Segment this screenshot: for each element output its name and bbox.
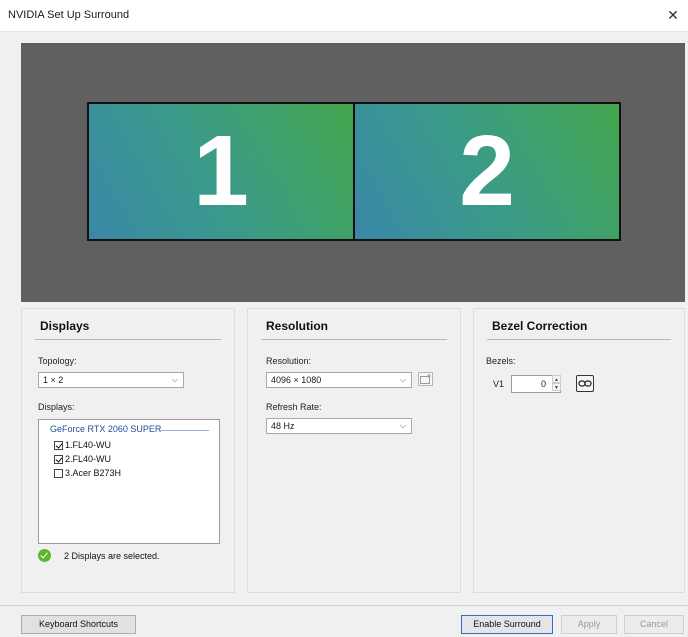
divider (487, 339, 671, 340)
display-1-checkbox[interactable] (54, 440, 63, 450)
resolution-panel-title: Resolution (266, 319, 328, 333)
displays-panel-title: Displays (40, 319, 90, 333)
check-circle-icon (38, 549, 51, 562)
display-item-2[interactable]: 2.FL40-WU (54, 453, 111, 465)
monitor-2-number: 2 (459, 115, 515, 227)
keyboard-shortcuts-button[interactable]: Keyboard Shortcuts (21, 615, 136, 634)
gpu-group-rule (161, 430, 209, 431)
resolution-value: 4096 × 1080 (271, 375, 322, 385)
refresh-rate-label: Refresh Rate: (266, 402, 322, 412)
bezel-correction-panel: Bezel Correction Bezels: V1 0 ▲ ▼ (473, 308, 685, 593)
displays-label: Displays: (38, 402, 75, 412)
resolution-panel: Resolution Resolution: 4096 × 1080 ⌵ Ref… (247, 308, 461, 593)
v1-bezel-stepper[interactable]: ▲ ▼ (552, 375, 561, 393)
refresh-rate-value: 48 Hz (271, 421, 295, 431)
bezels-label: Bezels: (486, 356, 516, 366)
bezel-panel-title: Bezel Correction (492, 319, 588, 333)
topology-select[interactable]: 1 × 2 ⌵ (38, 372, 184, 388)
topology-value: 1 × 2 (43, 375, 64, 385)
enable-surround-button[interactable]: Enable Surround (461, 615, 553, 634)
cancel-button[interactable]: Cancel (624, 615, 684, 634)
divider (35, 339, 221, 340)
resolution-label: Resolution: (266, 356, 312, 366)
monitor-2[interactable]: 2 (353, 102, 621, 241)
spin-down-icon[interactable]: ▼ (552, 383, 561, 391)
link-bezels-button[interactable] (576, 375, 594, 392)
footer-divider (0, 605, 688, 606)
display-2-label: 2.FL40-WU (65, 454, 112, 464)
chevron-down-icon: ⌵ (399, 421, 406, 430)
displays-panel: Displays Topology: 1 × 2 ⌵ Displays: GeF… (21, 308, 235, 593)
display-item-1[interactable]: 1.FL40-WU (54, 439, 111, 451)
v1-label: V1 (493, 379, 505, 389)
display-3-checkbox[interactable] (54, 468, 63, 478)
custom-resolution-icon (420, 374, 431, 384)
resolution-select[interactable]: 4096 × 1080 ⌵ (266, 372, 412, 388)
display-item-3[interactable]: 3.Acer B273H (54, 467, 121, 479)
title-bar: NVIDIA Set Up Surround ✕ (0, 0, 688, 32)
display-2-checkbox[interactable] (54, 454, 63, 464)
close-button[interactable]: ✕ (658, 0, 688, 31)
link-icon (578, 380, 592, 387)
display-1-label: 1.FL40-WU (65, 440, 112, 450)
spin-up-icon[interactable]: ▲ (552, 375, 561, 383)
monitor-1-number: 1 (193, 115, 249, 227)
close-icon: ✕ (667, 7, 679, 23)
apply-button[interactable]: Apply (561, 615, 617, 634)
chevron-down-icon: ⌵ (399, 375, 406, 384)
gpu-group-label: GeForce RTX 2060 SUPER (50, 424, 162, 434)
chevron-down-icon: ⌵ (171, 375, 178, 384)
display-3-label: 3.Acer B273H (65, 468, 122, 478)
displays-list[interactable]: GeForce RTX 2060 SUPER 1.FL40-WU 2.FL40-… (38, 419, 220, 544)
topology-label: Topology: (38, 356, 77, 366)
window-title: NVIDIA Set Up Surround (8, 9, 130, 21)
custom-resolution-button[interactable] (418, 372, 433, 386)
monitor-1[interactable]: 1 (87, 102, 355, 241)
surround-preview: 1 2 (21, 43, 685, 302)
refresh-rate-select[interactable]: 48 Hz ⌵ (266, 418, 412, 434)
divider (261, 339, 447, 340)
status-text: 2 Displays are selected. (64, 550, 160, 561)
selection-status: 2 Displays are selected. (38, 549, 160, 562)
